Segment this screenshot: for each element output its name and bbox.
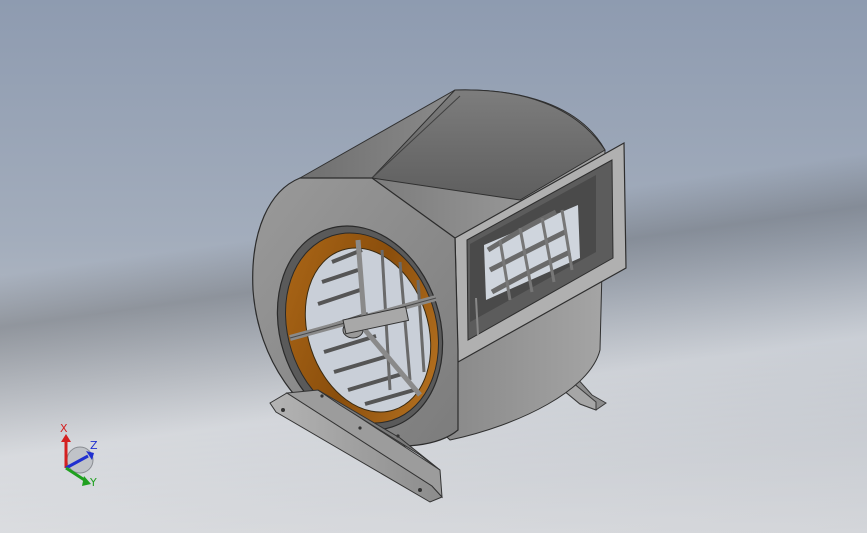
triad-y-label: Y	[89, 476, 97, 489]
graphics-viewport[interactable]: X Z Y	[0, 0, 867, 533]
triad-x-arrow	[61, 434, 71, 442]
triad-x-label: X	[60, 422, 68, 435]
blower-model[interactable]: X Z Y	[0, 0, 867, 533]
view-triad[interactable]: X Z Y	[60, 422, 98, 489]
triad-z-label: Z	[90, 439, 98, 452]
